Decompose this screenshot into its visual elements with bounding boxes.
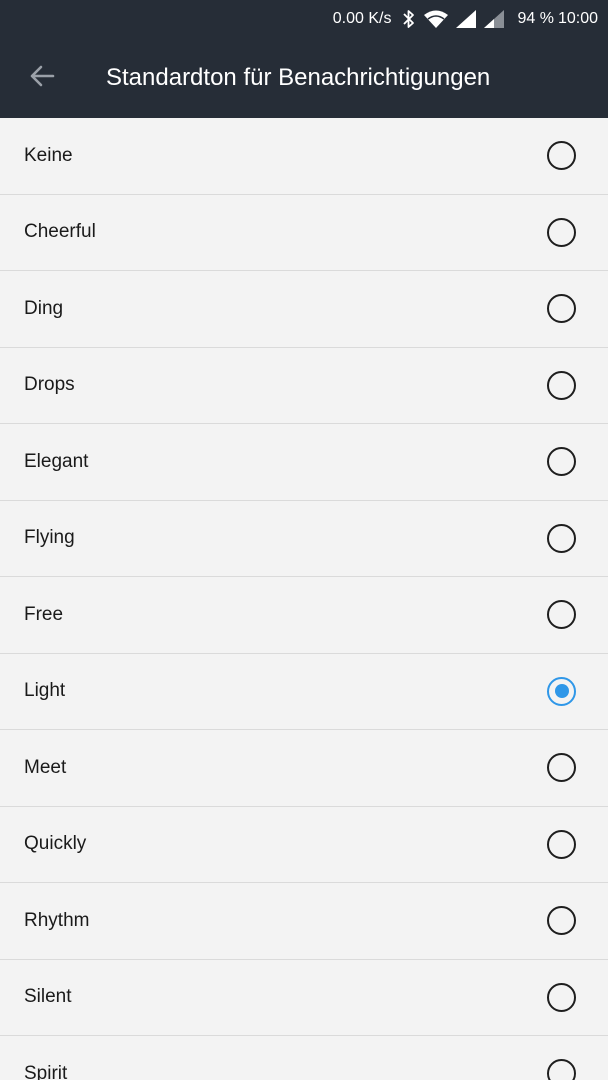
option-label: Cheerful bbox=[24, 221, 96, 243]
bluetooth-icon bbox=[401, 9, 417, 29]
radio-button[interactable] bbox=[547, 982, 576, 1012]
list-item[interactable]: Quickly bbox=[0, 806, 608, 883]
back-button[interactable] bbox=[0, 38, 84, 118]
list-item[interactable]: Free bbox=[0, 577, 608, 654]
list-item[interactable]: Meet bbox=[0, 730, 608, 807]
radio-button[interactable] bbox=[547, 141, 576, 171]
wifi-icon bbox=[423, 9, 449, 29]
option-label: Elegant bbox=[24, 450, 89, 472]
radio-button[interactable] bbox=[547, 829, 576, 859]
list-item[interactable]: Rhythm bbox=[0, 883, 608, 960]
option-label: Silent bbox=[24, 986, 72, 1008]
option-label: Flying bbox=[24, 527, 75, 549]
list-item[interactable]: Drops bbox=[0, 347, 608, 424]
radio-button[interactable] bbox=[547, 1059, 576, 1080]
radio-button[interactable] bbox=[547, 217, 576, 247]
option-label: Spirit bbox=[24, 1062, 68, 1080]
list-item[interactable]: Cheerful bbox=[0, 194, 608, 271]
list-item[interactable]: Elegant bbox=[0, 424, 608, 501]
option-label: Light bbox=[24, 680, 66, 702]
option-label: Free bbox=[24, 603, 64, 625]
net-speed: 0.00 K/s bbox=[332, 10, 392, 27]
option-label: Quickly bbox=[24, 833, 87, 855]
list-item[interactable]: Keine bbox=[0, 118, 608, 195]
radio-button[interactable] bbox=[547, 753, 576, 783]
list-item[interactable]: Flying bbox=[0, 500, 608, 577]
clock: 10:00 bbox=[557, 10, 598, 27]
list-item[interactable]: Spirit bbox=[0, 1036, 608, 1080]
list-item[interactable]: Light bbox=[0, 653, 608, 730]
radio-button[interactable] bbox=[547, 294, 576, 324]
option-label: Drops bbox=[24, 374, 75, 396]
radio-button-selected[interactable] bbox=[547, 676, 576, 706]
battery-level: 94 % bbox=[517, 10, 554, 27]
page-title: Standardton für Benachrichtigungen bbox=[106, 64, 491, 91]
radio-button[interactable] bbox=[547, 370, 576, 400]
option-label: Meet bbox=[24, 756, 67, 778]
app-bar: Standardton für Benachrichtigungen bbox=[0, 38, 608, 118]
option-label: Rhythm bbox=[24, 909, 90, 931]
ringtone-list: Keine Cheerful Ding Drops Elegant Flying… bbox=[0, 118, 608, 1080]
radio-button[interactable] bbox=[547, 906, 576, 936]
radio-button[interactable] bbox=[547, 447, 576, 477]
option-label: Ding bbox=[24, 297, 64, 319]
arrow-left-icon bbox=[29, 64, 55, 93]
signal-icon bbox=[483, 9, 505, 29]
radio-button[interactable] bbox=[547, 523, 576, 553]
signal-icon bbox=[455, 9, 477, 29]
status-bar: 0.00 K/s 94 % 10:00 bbox=[0, 0, 608, 38]
option-label: Keine bbox=[24, 144, 73, 166]
list-item[interactable]: Ding bbox=[0, 271, 608, 348]
list-item[interactable]: Silent bbox=[0, 959, 608, 1036]
radio-button[interactable] bbox=[547, 600, 576, 630]
